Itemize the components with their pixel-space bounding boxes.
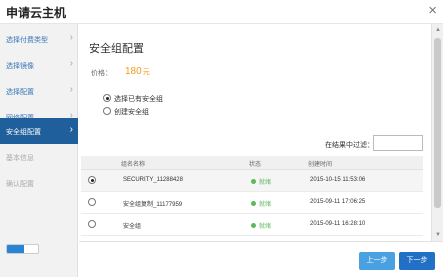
radio-button[interactable] [103,94,111,102]
status-text: 就绪 [259,180,272,186]
created-time: 2015-09-11 16:28:10 [310,221,366,227]
table-header: 组名名称 状态 创建时间 [81,156,423,170]
step-image[interactable]: 选择镜像 › [0,52,78,78]
chevron-right-icon: › [69,58,73,69]
column-header-created: 创建时间 [308,162,333,168]
step-label: 选择配置 [6,89,34,96]
chevron-right-icon: › [69,84,73,95]
step-label: 基本信息 [6,155,34,162]
step-basic-info: 基本信息 [0,144,78,170]
page-title: 安全组配置 [89,43,144,55]
table-row[interactable]: SECURITY_11288428 就绪 2015-10-15 11:53:06 [81,170,423,192]
option-label: 创建安全组 [114,109,149,116]
group-name: SECURITY_11288428 [123,177,183,183]
dialog-title: 申请云主机 [6,6,67,20]
close-icon[interactable]: × [428,3,437,18]
created-time: 2015-09-11 17:06:25 [310,199,366,205]
scroll-thumb[interactable] [434,38,441,208]
option-create-security-group[interactable]: 创建安全组 [103,107,149,117]
step-label: 选择付费类型 [6,37,48,44]
status-dot-icon [251,179,256,184]
price-value: 180元 [125,66,150,77]
step-confirm: 确认配置 [0,170,78,196]
main-panel: 安全组配置 价格： 180元 选择已有安全组 创建安全组 在结果中过滤： 组名名… [79,24,431,241]
table-row[interactable]: 安全组 就绪 2015-09-11 16:28:10 [81,214,423,236]
status-dot-icon [251,223,256,228]
progress-bar [6,244,39,254]
next-step-button[interactable]: 下一步 [399,252,435,270]
status-text: 就绪 [259,202,272,208]
row-radio[interactable] [88,176,96,184]
row-radio[interactable] [88,220,96,228]
dialog-header: 申请云主机 × [0,0,443,24]
dialog-footer: 上一步 下一步 [79,241,443,277]
price-label: 价格： [91,70,112,77]
step-label: 选择镜像 [6,63,34,70]
step-billing-type[interactable]: 选择付费类型 › [0,26,78,52]
chevron-right-icon: › [69,124,73,135]
status-cell: 就绪 [251,199,271,208]
table-row[interactable]: 安全组复制_11177959 就绪 2015-09-11 17:06:25 [81,192,423,214]
filter-input[interactable] [373,135,423,151]
radio-button[interactable] [103,107,111,115]
step-security-group[interactable]: 安全组配置 › [0,118,78,144]
status-text: 就绪 [259,224,272,230]
previous-step-button[interactable]: 上一步 [359,252,395,270]
scroll-down-icon[interactable]: ▼ [433,230,443,240]
step-label: 确认配置 [6,181,34,188]
column-header-name: 组名名称 [121,162,146,168]
option-existing-security-group[interactable]: 选择已有安全组 [103,94,163,104]
column-header-status: 状态 [249,162,262,168]
vertical-scrollbar[interactable]: ▲ ▼ [431,24,443,241]
wizard-sidebar: 选择付费类型 › 选择镜像 › 选择配置 › 网络配置 › 安全组配置 › 基本… [0,24,78,277]
created-time: 2015-10-15 11:53:06 [310,177,366,183]
price-unit: 元 [142,69,150,76]
step-label: 安全组配置 [6,129,41,136]
price-amount: 180 [125,66,142,77]
step-config[interactable]: 选择配置 › [0,78,78,104]
row-radio[interactable] [88,198,96,206]
security-group-table: 组名名称 状态 创建时间 SECURITY_11288428 就绪 2015-1… [81,156,423,236]
group-name: 安全组 [123,224,142,230]
scroll-up-icon[interactable]: ▲ [433,25,443,35]
status-cell: 就绪 [251,177,271,186]
filter-label: 在结果中过滤： [325,142,374,149]
chevron-right-icon: › [69,32,73,43]
group-name: 安全组复制_11177959 [123,202,183,208]
status-cell: 就绪 [251,221,271,230]
option-label: 选择已有安全组 [114,96,163,103]
status-dot-icon [251,201,256,206]
progress-fill [7,245,25,253]
